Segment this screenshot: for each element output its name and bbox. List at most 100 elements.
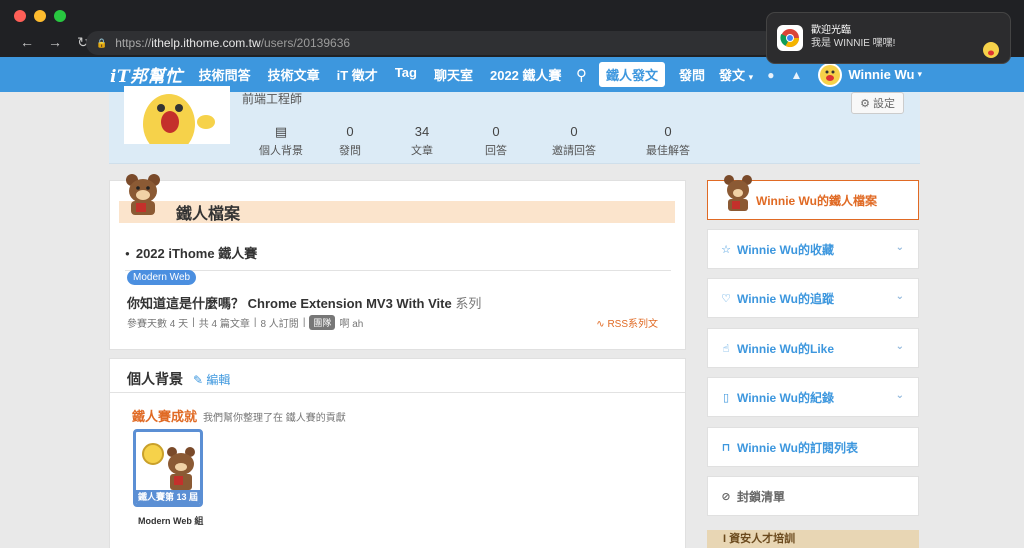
star-icon: ☆	[721, 243, 731, 256]
nav-link-ironman[interactable]: 2022 鐵人賽	[490, 65, 562, 84]
chat-icon[interactable]: ●	[767, 68, 774, 82]
sidebar-item-block-list[interactable]: ⊘ 封鎖清單	[707, 476, 919, 516]
document-icon: ▯	[722, 391, 730, 404]
team-name[interactable]: 啊 ah	[339, 315, 363, 330]
rss-label: RSS系列文	[607, 319, 658, 330]
notification-message: 我是 WINNIE 嘿嘿!	[811, 38, 896, 49]
window-controls	[14, 10, 66, 22]
meta-days: 參賽天數 4 天	[127, 319, 189, 330]
rss-link[interactable]: ∿ RSS系列文	[596, 315, 658, 330]
promo-text: I 資安人才培訓	[723, 533, 796, 545]
nav-link-articles[interactable]: 技術文章	[268, 65, 320, 84]
bird-mascot-icon	[124, 86, 230, 144]
user-block-icon: ⊘	[721, 490, 731, 503]
url-scheme: https://	[115, 36, 152, 50]
bear-medal-icon	[142, 443, 195, 490]
sidebar-item-likes[interactable]: ☝ Winnie Wu的Like ⌄	[707, 328, 919, 368]
sidebar-label: Winnie Wu的紀錄	[737, 390, 834, 405]
url-host: ithelp.ithome.com.tw	[151, 36, 261, 50]
personal-background-card: 個人背景 ✎ 編輯 鐵人賽成就 我們幫你整理了在 鐵人賽的貢獻 鐵人賽第 13 …	[109, 358, 686, 548]
user-name[interactable]: Winnie Wu	[848, 67, 914, 82]
ironman-post-button[interactable]: 鐵人發文	[599, 62, 666, 87]
sidebar-label: Winnie Wu的Like	[737, 341, 835, 356]
nav-link-tag[interactable]: Tag	[395, 65, 417, 84]
sidebar-label: Winnie Wu的訂閱列表	[737, 440, 858, 455]
sidebar-item-favorites[interactable]: ☆ Winnie Wu的收藏 ⌄	[707, 229, 919, 269]
stat-value: 0	[664, 124, 672, 139]
series-title: 你知道這是什麼嗎？ Chrome Extension MV3 With Vite	[127, 296, 452, 311]
stat-label: 最佳解答	[646, 145, 690, 157]
sidebar-item-following[interactable]: ♡ Winnie Wu的追蹤 ⌄	[707, 278, 919, 318]
stat-best-answers[interactable]: 0 最佳解答	[633, 124, 703, 158]
team-badge: 團隊	[309, 315, 336, 330]
stat-value: 0	[492, 124, 500, 139]
edit-link[interactable]: ✎ 編輯	[193, 371, 230, 388]
contest-title: 2022 iThome 鐵人賽	[125, 243, 671, 271]
notification-toast[interactable]: 歡迎光臨 我是 WINNIE 嘿嘿!	[766, 12, 1011, 64]
chevron-down-icon: ⌄	[895, 390, 904, 401]
lock-icon: 🔒	[96, 37, 108, 48]
nav-link-chatroom[interactable]: 聊天室	[434, 65, 473, 84]
achievement-badge[interactable]: 鐵人賽第 13 屆	[133, 429, 203, 507]
maximize-window-button[interactable]	[54, 10, 66, 22]
promo-banner[interactable]: I 資安人才培訓	[707, 530, 919, 548]
ironman-heading-bar: 鐵人檔案	[119, 201, 675, 223]
rss-icon: ∿	[596, 319, 605, 330]
bird-thumbnail-icon	[983, 42, 999, 58]
write-dropdown[interactable]: 發文 ▾	[719, 65, 753, 84]
achievement-description: 我們幫你整理了在 鐵人賽的貢獻	[203, 413, 346, 424]
url-path: /users/20139636	[260, 36, 351, 50]
edit-label: 編輯	[206, 373, 231, 387]
stat-articles[interactable]: 34 文章	[391, 124, 453, 158]
profile-header: 前端工程師 ⚙ 設定 ▤ 個人背景 0 發問 34 文章 0 回答 0 邀請回答	[109, 86, 920, 164]
category-tag[interactable]: Modern Web	[127, 270, 197, 285]
meta-divider: |	[302, 317, 306, 328]
nav-link-qa[interactable]: 技術問答	[199, 65, 251, 84]
close-window-button[interactable]	[14, 10, 26, 22]
settings-button[interactable]: ⚙ 設定	[851, 92, 904, 114]
ironman-profile-card: 鐵人檔案 2022 iThome 鐵人賽 Modern Web 你知道這是什麼嗎…	[109, 174, 686, 350]
series-title-link[interactable]: 你知道這是什麼嗎？ Chrome Extension MV3 With Vite…	[127, 293, 481, 312]
stat-value: 0	[346, 124, 354, 139]
stat-label: 文章	[411, 145, 433, 157]
forward-arrow-icon[interactable]: →	[48, 34, 62, 50]
stat-invited-answers[interactable]: 0 邀請回答	[539, 124, 609, 158]
meta-articles: 共 4 篇文章	[198, 319, 250, 330]
back-arrow-icon[interactable]: ←	[20, 34, 34, 50]
stat-label: 個人背景	[259, 145, 303, 157]
site-logo[interactable]: iT邦幫忙	[110, 62, 183, 87]
stat-questions[interactable]: 0 發問	[313, 124, 387, 158]
user-menu-chevron-icon[interactable]: ▾	[917, 69, 922, 80]
sidebar-item-subscriptions[interactable]: ⊓ Winnie Wu的訂閱列表	[707, 427, 919, 467]
sidebar-item-records[interactable]: ▯ Winnie Wu的紀錄 ⌄	[707, 377, 919, 417]
minimize-window-button[interactable]	[34, 10, 46, 22]
divider	[110, 392, 685, 393]
bear-mascot-icon	[724, 175, 752, 211]
sidebar-label: 封鎖清單	[737, 489, 786, 504]
chrome-logo-icon	[777, 25, 803, 51]
chevron-down-icon: ⌄	[895, 242, 904, 253]
sidebar-ironman-profile[interactable]: Winnie Wu的鐵人檔案	[707, 175, 919, 220]
pencil-icon: ✎	[193, 373, 204, 387]
bell-icon[interactable]: ▲	[790, 68, 802, 82]
search-icon[interactable]: ⚲	[576, 66, 587, 84]
meta-subscribers: 8 人訂閱	[260, 319, 299, 330]
chevron-down-icon: ▾	[748, 72, 754, 82]
address-bar[interactable]: 🔒 https:// ithelp.ithome.com.tw /users/2…	[86, 31, 776, 55]
stat-answers[interactable]: 0 回答	[461, 124, 531, 158]
badge-caption: Modern Web 組	[138, 516, 204, 526]
meta-divider: |	[253, 317, 257, 328]
bear-mascot-icon	[126, 174, 160, 215]
sidebar-label: Winnie Wu的鐵人檔案	[756, 193, 877, 208]
ask-button[interactable]: 發問	[679, 65, 705, 84]
thumbs-up-icon: ☝	[722, 342, 730, 355]
background-title: 個人背景	[127, 371, 183, 387]
ironman-heading: 鐵人檔案	[176, 206, 241, 223]
nav-link-jobs[interactable]: iT 徵才	[337, 65, 378, 84]
stat-label: 發問	[339, 145, 361, 157]
id-card-icon: ▤	[274, 124, 288, 139]
stat-value: 34	[414, 124, 430, 139]
gear-icon: ⚙	[860, 98, 870, 110]
stat-background[interactable]: ▤ 個人背景	[249, 124, 313, 158]
user-avatar[interactable]	[818, 62, 843, 87]
